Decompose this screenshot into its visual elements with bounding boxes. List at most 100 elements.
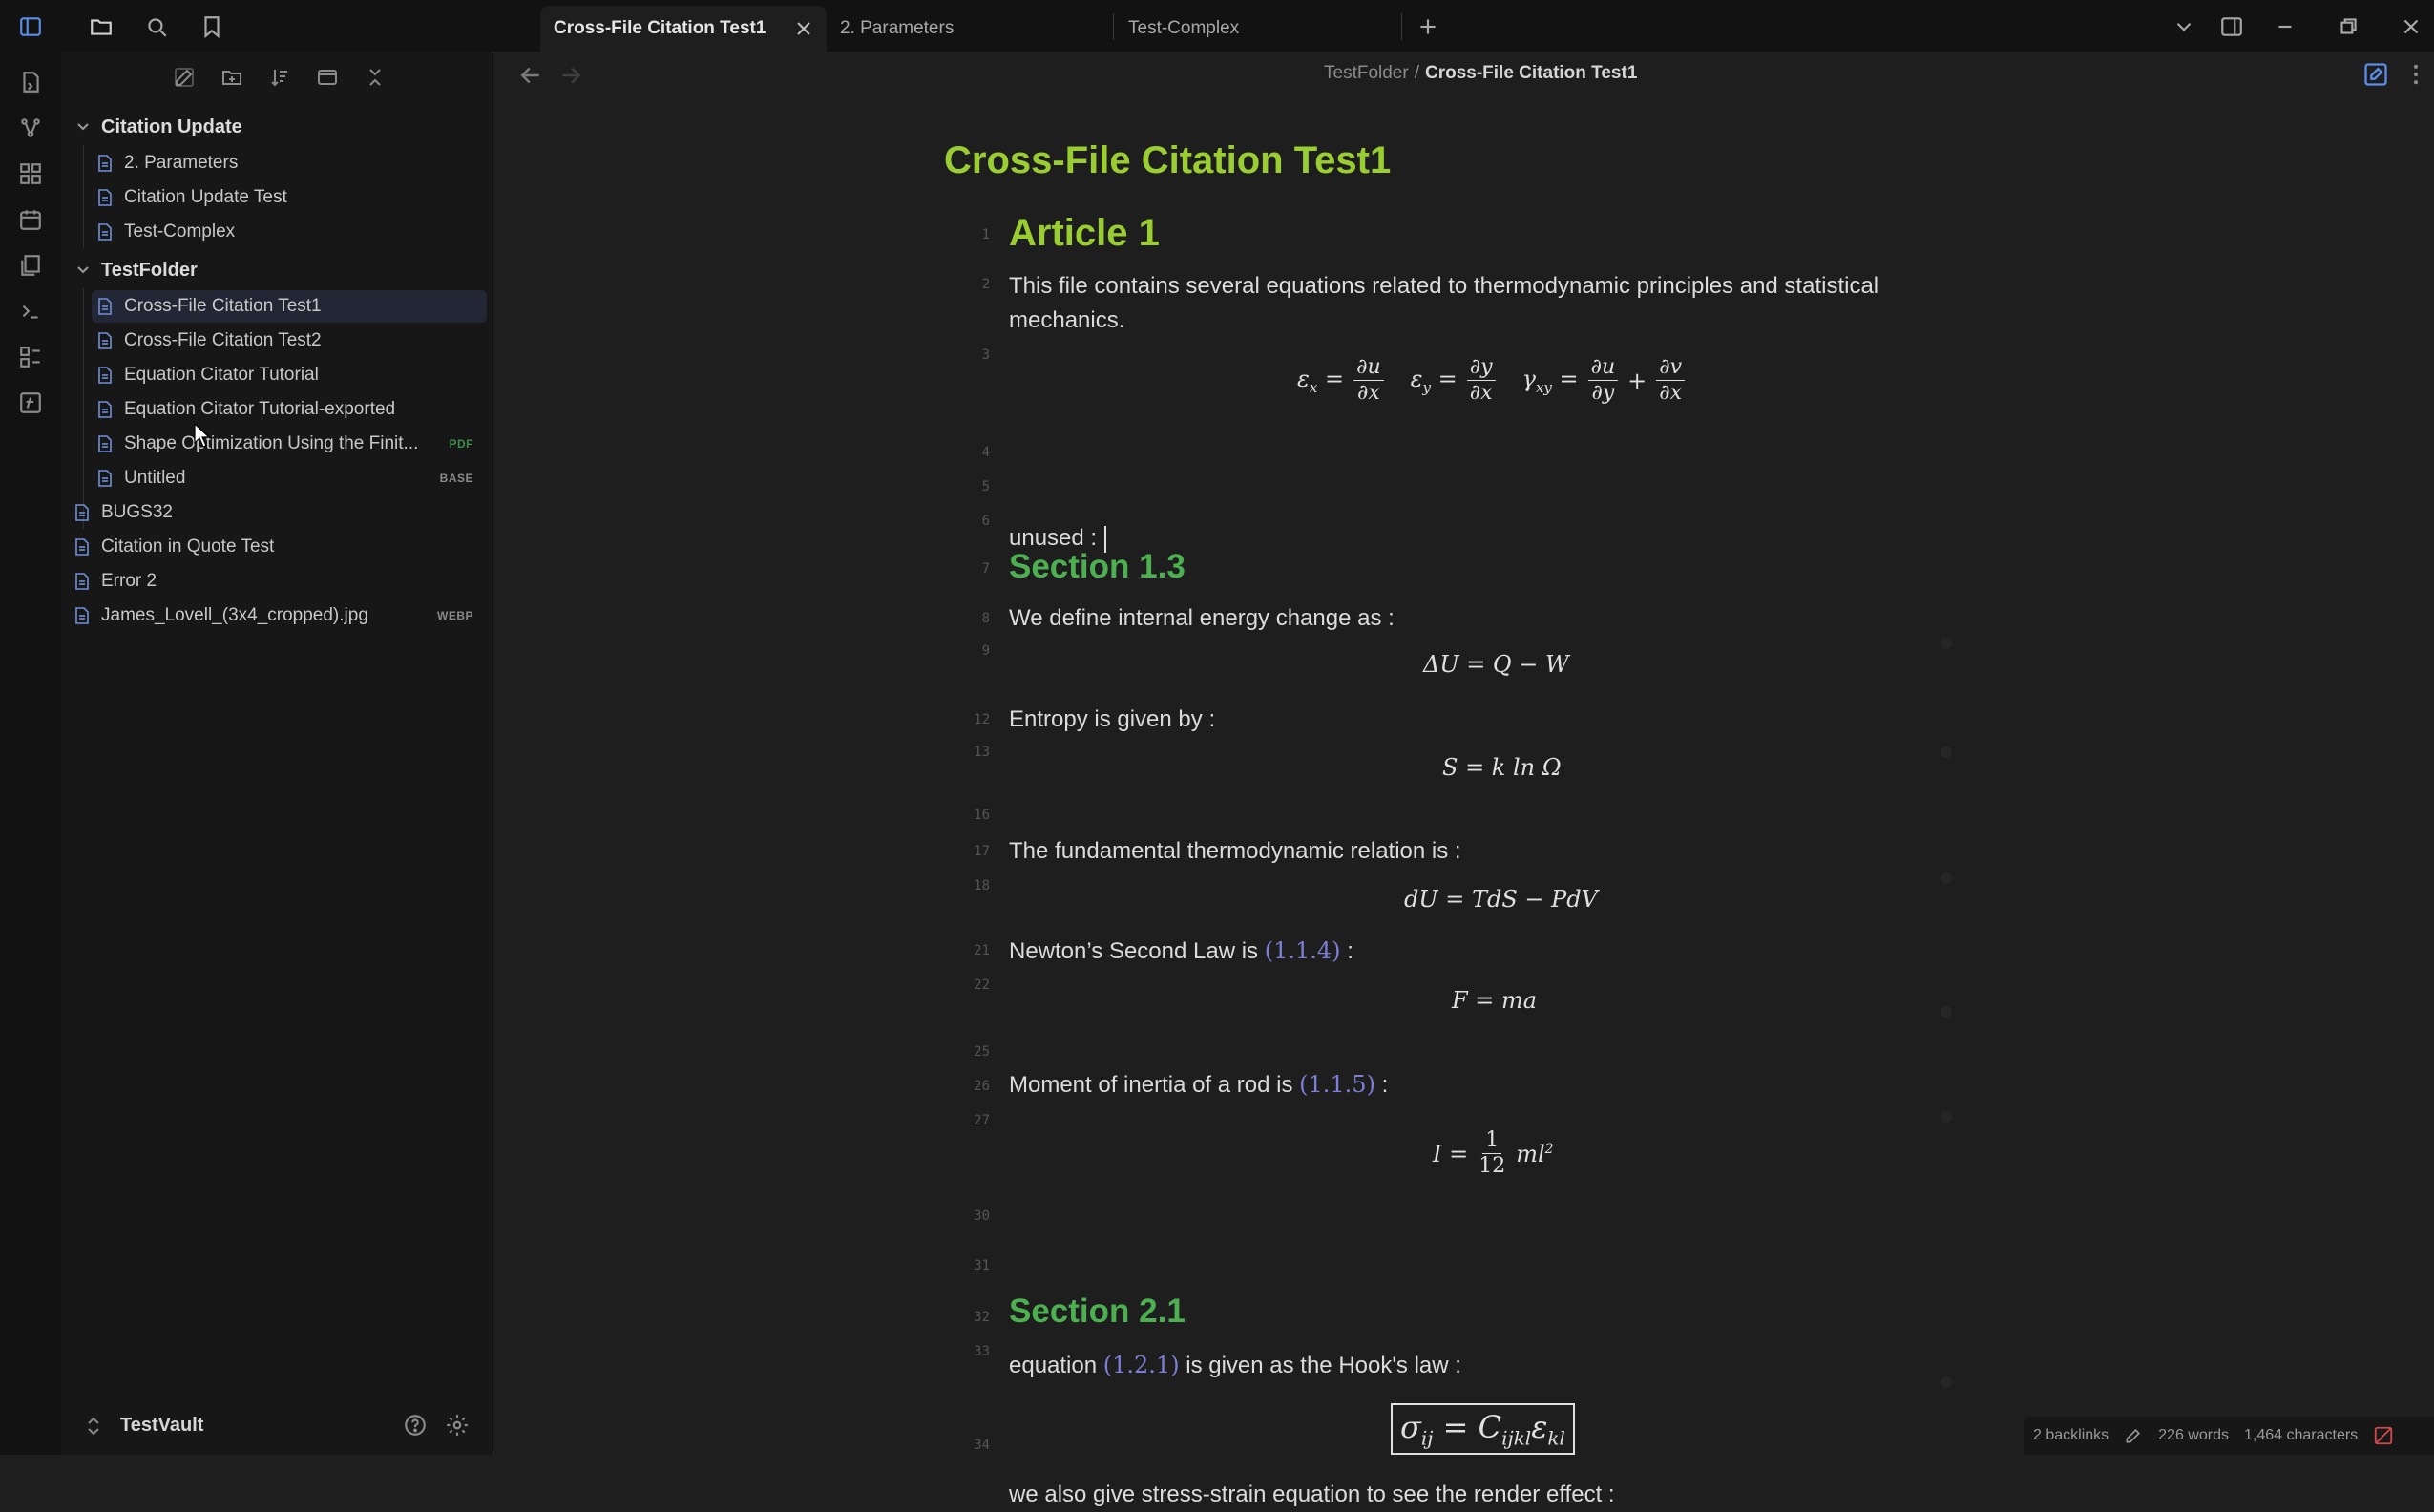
new-note-icon[interactable] — [168, 61, 200, 94]
intro-line-2[interactable]: mechanics. — [1009, 304, 1124, 338]
file-item[interactable]: James_Lovell_(3x4_cropped).jpg WEBP — [74, 599, 487, 632]
file-icon — [98, 155, 112, 172]
back-arrow-icon[interactable] — [516, 61, 545, 90]
chevron-down-icon[interactable] — [2165, 8, 2203, 46]
file-explorer: Citation Update 2. Parameters Citation U… — [61, 52, 493, 1455]
line-number: 2 — [981, 277, 990, 292]
folder-icon[interactable] — [82, 8, 120, 46]
backlinks-count[interactable]: 2 backlinks — [2033, 1427, 2109, 1444]
file-type-badge: PDF — [449, 437, 473, 451]
block-marker — [1941, 638, 1952, 649]
line-number: 21 — [974, 943, 990, 958]
search-icon[interactable] — [137, 8, 176, 46]
command-palette-icon[interactable] — [13, 340, 48, 374]
layout-icon[interactable] — [2213, 8, 2251, 46]
file-icon — [98, 367, 112, 384]
tab-cross-file-citation-test1[interactable]: Cross-File Citation Test1 — [540, 6, 827, 52]
line-number: 32 — [974, 1310, 990, 1325]
file-icon — [75, 573, 89, 590]
file-item[interactable]: Citation Update Test — [97, 181, 487, 214]
file-item[interactable]: 2. Parameters — [97, 147, 487, 179]
math-strain-equations[interactable]: εx = ∂u ∂x εy = ∂y ∂x γxy = ∂u ∂y + ∂v ∂x — [1297, 355, 1689, 406]
line-number: 30 — [974, 1208, 990, 1224]
file-item[interactable]: Cross-File Citation Test2 — [97, 325, 487, 357]
line-number: 18 — [974, 878, 990, 893]
folder-testfolder[interactable]: TestFolder — [74, 254, 198, 286]
status-bar: 2 backlinks 226 words 1,464 characters — [2024, 1417, 2434, 1455]
breadcrumb-folder[interactable]: TestFolder — [1324, 63, 1409, 84]
tab-label: Cross-File Citation Test1 — [554, 18, 766, 38]
restore-icon[interactable] — [2329, 8, 2367, 46]
heading-section-2-1[interactable]: Section 2.1 — [1009, 1292, 1186, 1331]
file-item[interactable]: Equation Citator Tutorial-exported — [97, 393, 487, 426]
citation-link[interactable]: (1.1.4) — [1265, 937, 1341, 964]
block-marker — [1941, 872, 1952, 884]
file-item[interactable]: Untitled BASE — [97, 462, 487, 494]
collapse-all-icon[interactable] — [359, 61, 391, 94]
math-fundamental-relation[interactable]: dU = TdS − PdV — [1404, 886, 1598, 913]
file-item[interactable]: Test-Complex — [97, 216, 487, 248]
edit-mode-icon[interactable] — [2362, 61, 2389, 88]
open-quick-switcher-icon[interactable] — [13, 65, 48, 99]
forward-arrow-icon[interactable] — [556, 61, 585, 90]
unused-label: unused : — [1009, 525, 1098, 551]
note-title[interactable]: Cross-File Citation Test1 — [944, 139, 1391, 182]
math-internal-energy[interactable]: ΔU = Q − W — [1423, 651, 1569, 678]
close-tab-icon[interactable] — [794, 19, 813, 38]
file-type-badge: BASE — [439, 472, 473, 485]
graph-view-icon[interactable] — [13, 111, 48, 145]
paragraph-stress-strain[interactable]: we also give stress-strain equation to s… — [1009, 1478, 1615, 1512]
canvas-icon[interactable] — [13, 157, 48, 191]
vault-switcher[interactable]: TestVault — [61, 1397, 493, 1455]
heading-section-1-3[interactable]: Section 1.3 — [1009, 548, 1186, 586]
math-newton[interactable]: F = ma — [1452, 987, 1537, 1014]
sync-error-icon[interactable] — [2373, 1425, 2394, 1446]
file-icon — [75, 538, 89, 556]
terminal-icon[interactable] — [13, 294, 48, 328]
close-icon[interactable] — [2392, 8, 2430, 46]
paragraph-moment-of-inertia[interactable]: Moment of inertia of a rod is (1.1.5) : — [1009, 1067, 1388, 1102]
file-label: Citation in Quote Test — [101, 536, 275, 556]
auto-reveal-icon[interactable] — [311, 61, 344, 94]
tab-parameters[interactable]: 2. Parameters — [827, 6, 1113, 52]
folder-label: Citation Update — [101, 116, 242, 137]
intro-line-1[interactable]: This file contains several equations rel… — [1009, 269, 1878, 304]
paragraph-entropy[interactable]: Entropy is given by : — [1009, 703, 1215, 737]
equation-icon[interactable] — [13, 386, 48, 420]
file-label: Shape Optimization Using the Finit... — [124, 433, 419, 453]
math-entropy[interactable]: S = k ln Ω — [1442, 754, 1562, 781]
bookmark-icon[interactable] — [193, 8, 231, 46]
sidebar-toggle-icon[interactable] — [11, 8, 50, 46]
settings-gear-icon[interactable] — [445, 1413, 470, 1438]
tab-test-complex[interactable]: Test-Complex — [1115, 6, 1401, 52]
more-options-icon[interactable] — [2403, 61, 2429, 88]
templates-icon[interactable] — [13, 248, 48, 283]
math-hooke-law[interactable]: σij = Cijklεkl — [1391, 1357, 1575, 1456]
pencil-icon[interactable] — [2124, 1426, 2143, 1445]
paragraph-newton[interactable]: Newton’s Second Law is (1.1.4) : — [1009, 934, 1353, 969]
calendar-icon[interactable] — [13, 202, 48, 237]
indent-guide — [83, 288, 84, 529]
math-moment-of-inertia[interactable]: I = 1 12 ml2 — [1433, 1128, 1554, 1179]
moment-text: Moment of inertia of a rod is — [1009, 1072, 1293, 1098]
indent-guide — [83, 145, 84, 248]
citation-link[interactable]: (1.2.1) — [1103, 1352, 1180, 1378]
breadcrumb-current[interactable]: Cross-File Citation Test1 — [1425, 63, 1637, 84]
file-item[interactable]: BUGS32 — [74, 496, 487, 529]
file-item[interactable]: Shape Optimization Using the Finit... PD… — [97, 428, 487, 460]
file-item[interactable]: Citation in Quote Test — [74, 531, 487, 563]
file-item[interactable]: Error 2 — [74, 565, 487, 598]
folder-citation-update[interactable]: Citation Update — [74, 111, 242, 143]
hooke-text-pre: equation — [1009, 1353, 1098, 1378]
file-item[interactable]: Equation Citator Tutorial — [97, 359, 487, 391]
sort-icon[interactable] — [263, 61, 296, 94]
new-tab-icon[interactable] — [1409, 8, 1447, 46]
citation-link[interactable]: (1.1.5) — [1299, 1071, 1375, 1098]
new-folder-icon[interactable] — [216, 61, 248, 94]
heading-article-1[interactable]: Article 1 — [1009, 212, 1160, 255]
paragraph-internal-energy[interactable]: We define internal energy change as : — [1009, 601, 1395, 636]
minimize-icon[interactable] — [2266, 8, 2304, 46]
paragraph-fundamental-relation[interactable]: The fundamental thermodynamic relation i… — [1009, 834, 1461, 869]
file-item-selected[interactable]: Cross-File Citation Test1 — [92, 290, 487, 323]
help-icon[interactable] — [403, 1413, 428, 1438]
